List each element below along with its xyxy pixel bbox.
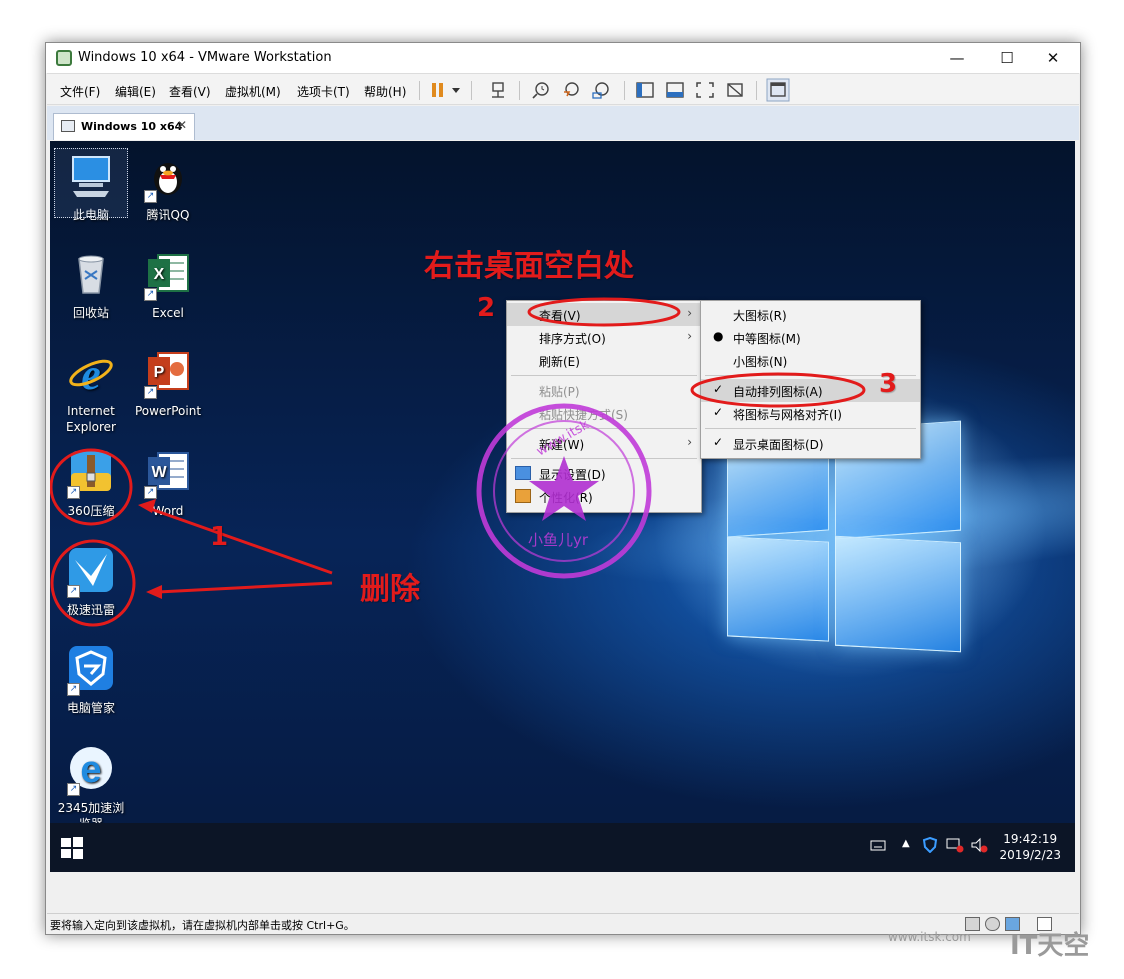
full-screen-icon[interactable]: [694, 80, 716, 100]
tab-close-button[interactable]: ✕: [177, 118, 187, 132]
close-button[interactable]: ✕: [1030, 43, 1076, 73]
snapshot-take-icon[interactable]: [530, 80, 552, 100]
annotation-delete: 删除: [360, 572, 420, 607]
arrowhead: [146, 585, 162, 599]
console-view-icon[interactable]: [766, 78, 790, 102]
toolbar-separator: [471, 81, 472, 100]
arrow-to-xunlei: [157, 581, 333, 594]
annotation-step-1: 1: [210, 522, 229, 552]
toolbar-separator: [624, 81, 625, 100]
snapshot-manager-icon[interactable]: [590, 80, 612, 100]
windows-taskbar: ▲ 19:42:19 2019/2/23: [50, 823, 1075, 872]
tray-overflow-icon[interactable]: ▲: [902, 838, 910, 849]
tab-label: Windows 10 x64: [81, 120, 183, 133]
cd-drive-icon[interactable]: [985, 917, 1000, 931]
maximize-button[interactable]: ☐: [984, 43, 1030, 73]
minimize-button[interactable]: —: [934, 43, 980, 73]
library-view-icon[interactable]: [634, 80, 656, 100]
keyboard-icon[interactable]: [870, 838, 886, 852]
title-bar: Windows 10 x64 - VMware Workstation — ☐ …: [46, 43, 1080, 73]
menu-tabs[interactable]: 选项卡(T): [297, 83, 350, 100]
menu-edit[interactable]: 编辑(E): [115, 83, 156, 100]
menu-file[interactable]: 文件(F): [60, 83, 100, 100]
security-shield-icon[interactable]: [922, 837, 938, 853]
dropdown-arrow-icon[interactable]: [449, 80, 463, 100]
watermark-brand: IT天空: [1010, 931, 1090, 961]
hard-disk-icon[interactable]: [965, 917, 980, 931]
stamp-star: [529, 456, 599, 521]
toolbar-separator: [756, 81, 757, 100]
menu-view[interactable]: 查看(V): [169, 83, 211, 100]
menu-toolbar: 文件(F) 编辑(E) 查看(V) 虚拟机(M) 选项卡(T) 帮助(H): [47, 73, 1079, 105]
clock-time: 19:42:19: [1003, 832, 1058, 846]
circle-view-menu: [527, 297, 681, 327]
vm-tab-icon: [61, 120, 75, 132]
window-title: Windows 10 x64 - VMware Workstation: [78, 50, 332, 65]
stamp-text-bottom: 小鱼儿yr: [528, 531, 589, 549]
vmware-window: Windows 10 x64 - VMware Workstation — ☐ …: [45, 42, 1081, 935]
network-disconnected-icon[interactable]: [946, 837, 964, 853]
volume-muted-icon[interactable]: [970, 837, 988, 853]
status-text: 要将输入定向到该虚拟机，请在虚拟机内部单击或按 Ctrl+G。: [50, 919, 355, 932]
annotation-step-3: 3: [879, 369, 898, 399]
toolbar-separator: [419, 81, 420, 100]
taskbar-clock[interactable]: 19:42:19 2019/2/23: [999, 831, 1061, 863]
vm-desktop[interactable]: 此电脑 ↗ 腾讯QQ 回收站 X ↗ Excel e Internet Expl…: [50, 141, 1075, 872]
pause-icon[interactable]: [427, 80, 449, 100]
windows-start-icon[interactable]: [60, 836, 84, 860]
annotation-step-2: 2: [477, 293, 496, 323]
circle-auto-arrange: [690, 372, 866, 408]
circle-xunlei: [50, 539, 136, 627]
vmware-app-icon: [56, 50, 72, 66]
tab-windows10[interactable]: Windows 10 x64 ✕: [53, 113, 195, 140]
snapshot-revert-icon[interactable]: [560, 80, 582, 100]
tab-strip: Windows 10 x64 ✕: [47, 106, 1079, 140]
menu-vm[interactable]: 虚拟机(M): [225, 83, 281, 100]
unity-icon[interactable]: [724, 80, 746, 100]
send-ctrl-alt-del-icon[interactable]: [487, 80, 509, 100]
toolbar-separator: [519, 81, 520, 100]
clock-date: 2019/2/23: [999, 848, 1061, 862]
annotation-right-click-hint: 右击桌面空白处: [424, 249, 634, 284]
thumbnail-view-icon[interactable]: [664, 80, 686, 100]
watermark-site: www.itsk.com: [888, 930, 971, 944]
menu-help[interactable]: 帮助(H): [364, 83, 406, 100]
arrow-to-360-zip: [147, 506, 333, 575]
circle-360-zip: [50, 448, 133, 526]
